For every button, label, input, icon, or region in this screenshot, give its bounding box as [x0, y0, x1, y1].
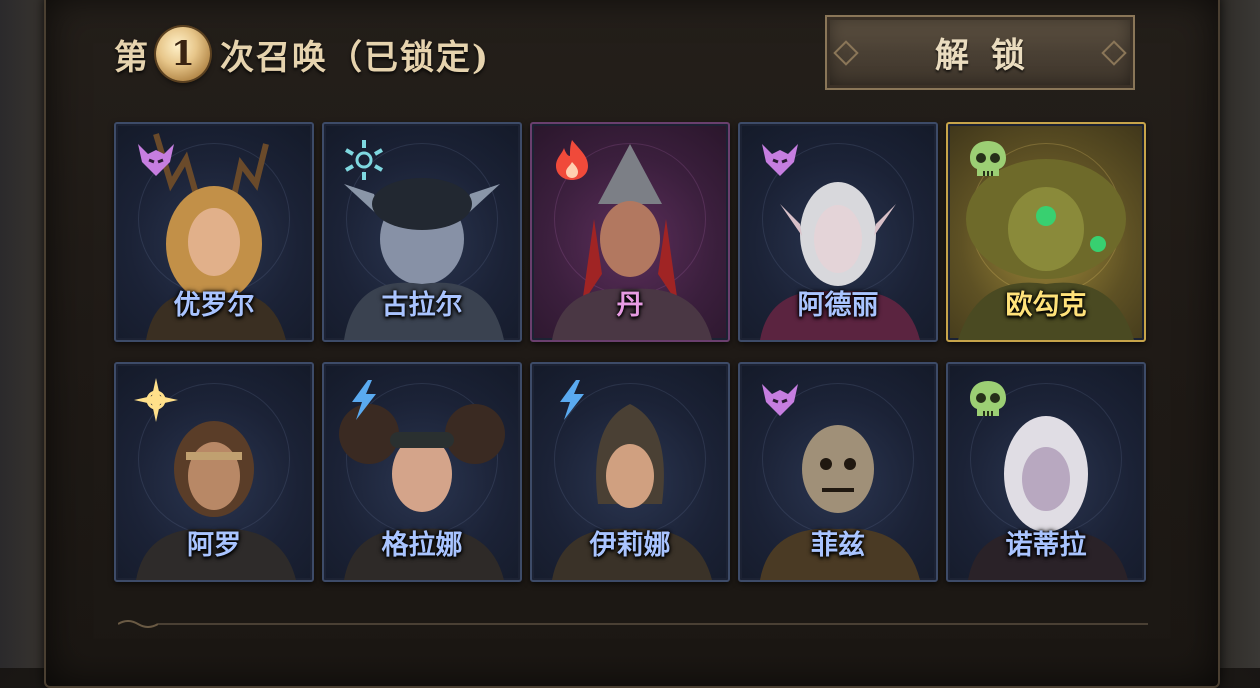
- title-prefix: 第: [114, 37, 150, 78]
- hero-card-dan[interactable]: 丹: [530, 122, 730, 342]
- decorative-divider: [118, 620, 1148, 628]
- hero-name: 古拉尔: [381, 290, 463, 321]
- button-ornament-left: [833, 39, 859, 66]
- hero-card-yuroer[interactable]: 优罗尔: [114, 122, 314, 342]
- hero-name: 阿德丽: [797, 290, 879, 321]
- hero-card-yilina[interactable]: 伊莉娜: [530, 362, 730, 582]
- hero-name: 阿罗: [187, 530, 241, 561]
- lightning-icon: [352, 380, 376, 420]
- hero-card-ougouke[interactable]: 欧勾克: [946, 122, 1146, 342]
- skull-icon: [970, 381, 1006, 416]
- hero-card-gulaer[interactable]: 古拉尔: [322, 122, 522, 342]
- skull-icon: [970, 141, 1006, 176]
- hero-name: 诺蒂拉: [1005, 530, 1087, 561]
- hero-card-feizi[interactable]: 菲兹: [738, 362, 938, 582]
- summon-title: 第 1 次召唤（已锁定): [114, 27, 491, 81]
- hero-name: 菲兹: [811, 530, 865, 561]
- fire-icon: [556, 140, 588, 180]
- summon-number-coin: 1: [156, 27, 210, 81]
- hero-card-adeli[interactable]: 阿德丽: [738, 122, 938, 342]
- hero-card-nuodila[interactable]: 诺蒂拉: [946, 362, 1146, 582]
- hero-card-gelana[interactable]: 格拉娜: [322, 362, 522, 582]
- title-suffix: 次召唤（已锁定): [220, 37, 491, 78]
- hero-name: 欧勾克: [1005, 290, 1087, 321]
- hero-name: 丹: [616, 290, 644, 321]
- button-ornament-right: [1101, 39, 1127, 66]
- demon-icon: [138, 144, 174, 176]
- hero-card-aluo[interactable]: 阿罗: [114, 362, 314, 582]
- hero-name: 格拉娜: [381, 530, 463, 561]
- lightning-icon: [560, 380, 584, 420]
- summon-number: 1: [171, 34, 195, 74]
- demon-icon: [762, 144, 798, 176]
- demon-icon: [762, 384, 798, 416]
- unlock-button[interactable]: 解锁: [825, 15, 1135, 90]
- frost-icon: [345, 140, 383, 180]
- hero-name: 伊莉娜: [589, 530, 671, 561]
- hero-name: 优罗尔: [173, 290, 255, 321]
- unlock-button-label: 解锁: [935, 36, 1047, 76]
- hero-grid: 优罗尔 古拉尔 丹 阿德丽 欧勾克 阿罗 格拉娜 伊莉娜 菲兹 诺蒂拉: [114, 122, 1146, 582]
- light-icon: [134, 378, 178, 422]
